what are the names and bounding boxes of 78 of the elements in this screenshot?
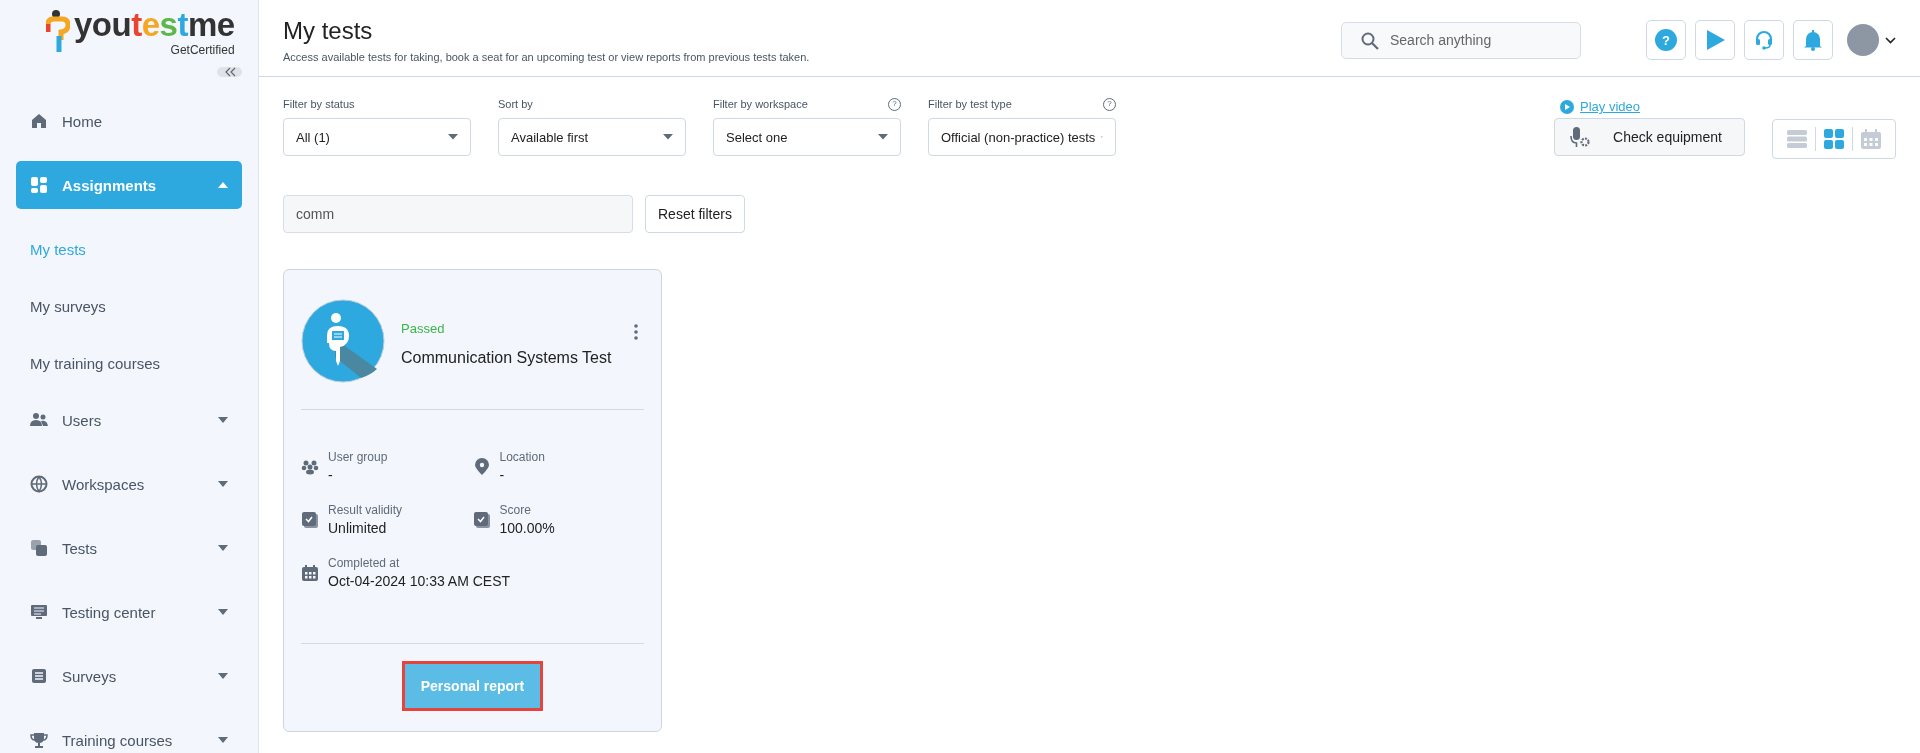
submenu-item[interactable]: My training courses bbox=[16, 339, 242, 387]
globe-icon bbox=[30, 475, 48, 493]
checkbox-icon bbox=[301, 510, 319, 529]
filter-dropdown[interactable]: Select one bbox=[713, 118, 901, 156]
calendar-icon bbox=[301, 563, 319, 582]
play-button[interactable] bbox=[1695, 20, 1735, 60]
collapse-sidebar-button[interactable] bbox=[217, 67, 242, 77]
support-button[interactable] bbox=[1744, 20, 1784, 60]
dropdown-caret-icon bbox=[448, 134, 458, 140]
home-icon bbox=[30, 112, 48, 130]
submenu-item[interactable]: My surveys bbox=[16, 282, 242, 330]
list-icon bbox=[1786, 128, 1808, 150]
checkbox-icon bbox=[472, 510, 491, 529]
field-label: Score bbox=[499, 503, 532, 517]
page-title: My tests bbox=[283, 17, 374, 45]
list-icon bbox=[30, 667, 48, 685]
caret-down-icon bbox=[218, 609, 228, 615]
field-label: User group bbox=[328, 450, 388, 464]
play-circle-icon bbox=[1560, 99, 1575, 114]
search-field[interactable]: Search anything bbox=[1341, 21, 1581, 59]
sidebar-item[interactable]: Testing center bbox=[16, 588, 242, 636]
status-label: Passed bbox=[401, 321, 446, 336]
sidebar-item[interactable]: Surveys bbox=[16, 652, 242, 700]
filter-dropdown[interactable]: All (1) bbox=[283, 118, 471, 156]
caret-down-icon bbox=[218, 481, 228, 487]
filter-dropdown[interactable]: Available first bbox=[498, 118, 686, 156]
monitor-icon bbox=[30, 603, 48, 621]
filter-label: Filter by status bbox=[283, 98, 355, 110]
cards-icon bbox=[1823, 128, 1845, 150]
caret-down-icon bbox=[218, 737, 228, 743]
logo-wordmark: youtestme bbox=[74, 8, 235, 41]
chevron-down-icon bbox=[1885, 36, 1896, 44]
caret-down-icon bbox=[218, 545, 228, 551]
avatar-placeholder bbox=[1847, 24, 1879, 56]
double-chevron-left-icon bbox=[223, 67, 236, 77]
reset-filters-button[interactable]: Reset filters bbox=[645, 195, 745, 233]
field-value: - bbox=[328, 467, 334, 483]
field-label: Completed at bbox=[328, 556, 401, 570]
field-value: Oct-04-2024 10:33 AM CEST bbox=[328, 573, 511, 589]
search-input-field[interactable]: comm bbox=[283, 195, 633, 233]
sidebar-item[interactable]: Tests bbox=[16, 524, 242, 572]
filter-label: Filter by workspace bbox=[713, 98, 808, 110]
caret-up-icon bbox=[218, 182, 228, 188]
test-title: Communication Systems Test bbox=[401, 349, 612, 367]
filter-label: Sort by bbox=[498, 98, 533, 110]
field-value: Unlimited bbox=[328, 520, 388, 536]
user-menu-button[interactable] bbox=[1847, 24, 1896, 56]
caret-down-icon bbox=[218, 417, 228, 423]
trophy-icon bbox=[30, 731, 48, 749]
microphone-gear-icon bbox=[1569, 126, 1592, 148]
users-icon bbox=[30, 411, 48, 429]
headset-icon bbox=[1753, 29, 1775, 51]
field-label: Location bbox=[499, 450, 545, 464]
play-icon bbox=[1704, 29, 1726, 51]
search-icon bbox=[1361, 31, 1379, 50]
calendar-icon bbox=[1860, 128, 1882, 150]
sidebar-item[interactable]: Training courses bbox=[16, 716, 242, 753]
logo-tagline: GetCertified bbox=[170, 43, 235, 57]
sidebar-item[interactable]: Workspaces bbox=[16, 460, 242, 508]
page-subtitle: Access available tests for taking, book a seat for an upcoming test or view reports from previous tests taken. bbox=[283, 51, 811, 63]
field-label: Result validity bbox=[328, 503, 403, 517]
test-icon bbox=[301, 299, 385, 383]
location-pin-icon bbox=[472, 457, 491, 476]
kebab-menu-icon bbox=[634, 324, 638, 340]
dropdown-caret-icon bbox=[878, 134, 888, 140]
sidebar-item[interactable]: Home bbox=[16, 97, 242, 145]
bell-icon bbox=[1802, 29, 1824, 51]
filter-dropdown[interactable]: Official (non-practice) tests bbox=[928, 118, 1116, 156]
dashboard-icon bbox=[30, 176, 48, 194]
filter-label: Filter by test type bbox=[928, 98, 1012, 110]
stacked-squares-icon bbox=[30, 539, 48, 557]
field-value: - bbox=[499, 467, 506, 483]
dropdown-caret-icon bbox=[663, 134, 673, 140]
field-value: 100.00% bbox=[499, 520, 555, 536]
caret-down-icon bbox=[218, 673, 228, 679]
notifications-button[interactable] bbox=[1793, 20, 1833, 60]
check-equipment-button[interactable]: Check equipment bbox=[1554, 118, 1745, 156]
sidebar-item[interactable]: Users bbox=[16, 396, 242, 444]
